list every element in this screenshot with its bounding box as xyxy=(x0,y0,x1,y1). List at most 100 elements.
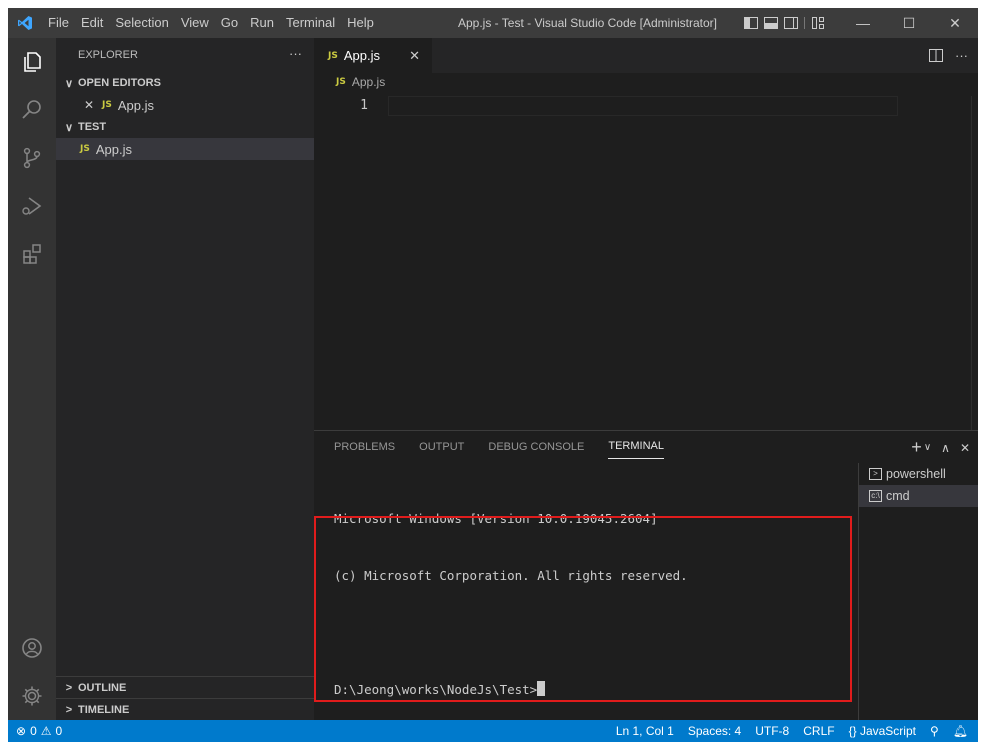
terminal-icon: > xyxy=(869,468,882,480)
tab-terminal[interactable]: TERMINAL xyxy=(608,440,664,459)
braces-icon: {} xyxy=(848,724,857,738)
tab-debug-console[interactable]: DEBUG CONSOLE xyxy=(488,441,584,459)
js-file-icon: JS xyxy=(80,144,90,154)
customize-layout-icon[interactable] xyxy=(804,17,824,29)
chevron-right-icon: > xyxy=(65,681,73,694)
panel-tabs: PROBLEMS OUTPUT DEBUG CONSOLE TERMINAL xyxy=(314,431,978,459)
title-bar: File Edit Selection View Go Run Terminal… xyxy=(8,8,978,38)
split-editor-icon[interactable] xyxy=(929,49,943,62)
extensions-icon[interactable] xyxy=(8,230,56,278)
line-number: 1 xyxy=(360,98,368,113)
terminal-list: > powershell c:\ cmd xyxy=(858,463,978,721)
editor-actions: ··· xyxy=(929,38,968,73)
menu-edit[interactable]: Edit xyxy=(75,8,109,38)
terminal-item-powershell[interactable]: > powershell xyxy=(859,463,978,485)
language-label: JavaScript xyxy=(859,724,916,738)
menu-selection[interactable]: Selection xyxy=(109,8,174,38)
window-title: App.js - Test - Visual Studio Code [Admi… xyxy=(458,16,718,30)
open-editors-section[interactable]: ∨ OPEN EDITORS xyxy=(56,72,314,94)
status-bar: ⊗ 0 ⚠ 0 Ln 1, Col 1 Spaces: 4 UTF-8 CRLF… xyxy=(8,720,978,742)
menu-help[interactable]: Help xyxy=(341,8,380,38)
toggle-panel-icon[interactable] xyxy=(764,17,778,29)
js-file-icon: JS xyxy=(102,100,112,110)
tab-problems[interactable]: PROBLEMS xyxy=(334,441,395,459)
menu-view[interactable]: View xyxy=(175,8,215,38)
menu-go[interactable]: Go xyxy=(215,8,244,38)
open-editor-item[interactable]: ✕ JS App.js xyxy=(56,94,314,116)
folder-test-section[interactable]: ∨ TEST xyxy=(56,116,314,138)
maximize-button[interactable]: ☐ xyxy=(886,8,932,38)
explorer-title: EXPLORER xyxy=(78,49,138,61)
editor-area: JS App.js ✕ ··· JS App.js 1 xyxy=(314,38,978,430)
chevron-down-icon: ∨ xyxy=(64,121,74,134)
js-file-icon: JS xyxy=(336,77,346,87)
explorer-header: EXPLORER ··· xyxy=(56,38,314,72)
menu-run[interactable]: Run xyxy=(244,8,280,38)
menu-file[interactable]: File xyxy=(42,8,75,38)
terminal-name: cmd xyxy=(886,489,910,503)
highlight-box xyxy=(314,516,852,702)
end-of-line[interactable]: CRLF xyxy=(803,724,834,738)
indentation[interactable]: Spaces: 4 xyxy=(688,724,741,738)
open-editor-filename: App.js xyxy=(117,97,154,113)
accounts-icon[interactable] xyxy=(8,624,56,672)
warning-icon: ⚠ xyxy=(40,724,52,738)
notifications-icon[interactable]: 🔔︎ xyxy=(953,724,968,738)
run-debug-icon[interactable] xyxy=(8,182,56,230)
js-file-icon: JS xyxy=(328,50,338,61)
chevron-down-icon[interactable]: ∨ xyxy=(924,442,931,453)
maximize-panel-icon[interactable]: ∧ xyxy=(941,441,950,455)
vscode-logo-icon xyxy=(8,8,42,38)
file-label: App.js xyxy=(95,141,132,157)
current-line-highlight xyxy=(388,96,898,116)
explorer-icon[interactable] xyxy=(8,38,56,86)
explorer-more-actions-icon[interactable]: ··· xyxy=(289,46,302,61)
tab-output[interactable]: OUTPUT xyxy=(419,441,464,459)
layout-controls xyxy=(744,8,824,38)
status-right: Ln 1, Col 1 Spaces: 4 UTF-8 CRLF {} Java… xyxy=(616,720,968,742)
error-icon: ⊗ xyxy=(16,724,27,738)
terminal-item-cmd[interactable]: c:\ cmd xyxy=(859,485,978,507)
code-line[interactable]: 1 xyxy=(314,96,904,116)
error-count: 0 xyxy=(30,724,37,738)
editor-more-actions-icon[interactable]: ··· xyxy=(955,48,968,63)
open-editors-label: OPEN EDITORS xyxy=(78,77,161,89)
cmd-icon: c:\ xyxy=(869,490,882,502)
tab-label: App.js xyxy=(343,48,380,63)
activity-bar xyxy=(8,38,56,720)
minimap[interactable] xyxy=(971,96,972,430)
tab-app-js[interactable]: JS App.js ✕ xyxy=(314,38,432,73)
new-terminal-icon[interactable]: + xyxy=(911,437,922,458)
chevron-right-icon: > xyxy=(65,703,73,716)
toggle-secondary-sidebar-icon[interactable] xyxy=(784,17,798,29)
panel-actions: + ∨ ∧ ✕ xyxy=(911,437,970,458)
feedback-icon[interactable]: ⚲ xyxy=(930,724,939,738)
toggle-primary-sidebar-icon[interactable] xyxy=(744,17,758,29)
minimize-button[interactable]: — xyxy=(840,8,886,38)
close-editor-icon[interactable]: ✕ xyxy=(80,98,98,112)
timeline-section[interactable]: > TIMELINE xyxy=(56,698,314,720)
vscode-window: File Edit Selection View Go Run Terminal… xyxy=(8,8,978,742)
explorer-sidebar: EXPLORER ··· ∨ OPEN EDITORS ✕ JS App.js … xyxy=(56,38,314,720)
warning-count: 0 xyxy=(55,724,63,738)
breadcrumb-file: App.js xyxy=(351,75,386,89)
language-mode[interactable]: {} JavaScript xyxy=(849,724,916,738)
close-button[interactable]: ✕ xyxy=(932,8,978,38)
cursor-position[interactable]: Ln 1, Col 1 xyxy=(616,724,674,738)
encoding[interactable]: UTF-8 xyxy=(755,724,789,738)
outline-section[interactable]: > OUTLINE xyxy=(56,676,314,698)
search-icon[interactable] xyxy=(8,86,56,134)
file-item-app-js[interactable]: JS App.js xyxy=(56,138,314,160)
close-panel-icon[interactable]: ✕ xyxy=(960,441,970,455)
source-control-icon[interactable] xyxy=(8,134,56,182)
menu-terminal[interactable]: Terminal xyxy=(280,8,341,38)
tab-close-icon[interactable]: ✕ xyxy=(409,48,420,64)
terminal-name: powershell xyxy=(886,467,946,481)
breadcrumb[interactable]: JS App.js xyxy=(314,73,978,91)
manage-gear-icon[interactable] xyxy=(8,672,56,720)
outline-label: OUTLINE xyxy=(78,681,127,694)
problems-status[interactable]: ⊗ 0 ⚠ 0 xyxy=(8,724,62,738)
folder-label: TEST xyxy=(78,121,107,133)
timeline-label: TIMELINE xyxy=(78,703,130,716)
editor-tabs: JS App.js ✕ ··· xyxy=(314,38,978,73)
